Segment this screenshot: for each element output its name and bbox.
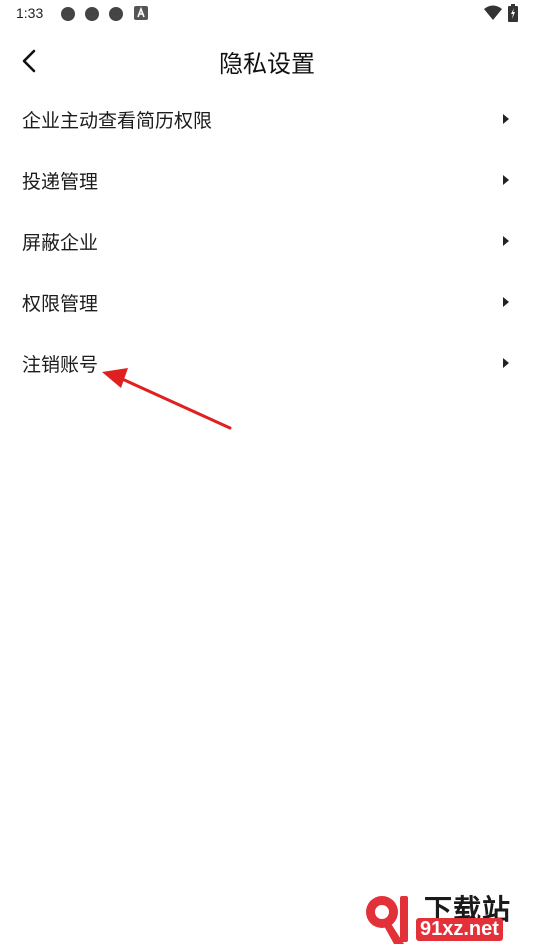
menu-item-label: 注销账号 bbox=[22, 354, 99, 376]
menu-item-label: 权限管理 bbox=[22, 293, 99, 315]
watermark: 下载站 91xz.net bbox=[356, 888, 534, 950]
header: 隐私设置 bbox=[0, 36, 534, 84]
status-time: 1:33 bbox=[16, 5, 44, 21]
a-badge-icon bbox=[134, 6, 148, 20]
triangle-right-icon bbox=[503, 358, 509, 368]
menu-item-delivery-management[interactable]: 投递管理 bbox=[0, 150, 534, 211]
menu-item-delete-account[interactable]: 注销账号 bbox=[0, 333, 534, 394]
battery-icon bbox=[508, 4, 518, 22]
triangle-right-icon bbox=[503, 175, 509, 185]
triangle-right-icon bbox=[503, 114, 509, 124]
menu-item-label: 投递管理 bbox=[22, 171, 99, 193]
triangle-right-icon bbox=[503, 297, 509, 307]
app-notification-icon bbox=[61, 7, 75, 21]
watermark-logo-icon bbox=[366, 896, 408, 944]
menu-item-permission-management[interactable]: 权限管理 bbox=[0, 272, 534, 333]
menu-list: 企业主动查看简历权限 投递管理 屏蔽企业 权限管理 注销账号 bbox=[0, 89, 534, 394]
app-notification-icon bbox=[109, 7, 123, 21]
menu-item-label: 企业主动查看简历权限 bbox=[22, 110, 213, 132]
status-bar: 1:33 bbox=[0, 0, 534, 28]
menu-item-block-companies[interactable]: 屏蔽企业 bbox=[0, 211, 534, 272]
triangle-right-icon bbox=[503, 236, 509, 246]
menu-item-label: 屏蔽企业 bbox=[22, 232, 99, 254]
watermark-url: 91xz.net bbox=[416, 918, 503, 941]
app-notification-icon bbox=[85, 7, 99, 21]
page-title: 隐私设置 bbox=[219, 50, 315, 78]
wifi-icon bbox=[484, 5, 502, 20]
menu-item-resume-view-permission[interactable]: 企业主动查看简历权限 bbox=[0, 89, 534, 150]
